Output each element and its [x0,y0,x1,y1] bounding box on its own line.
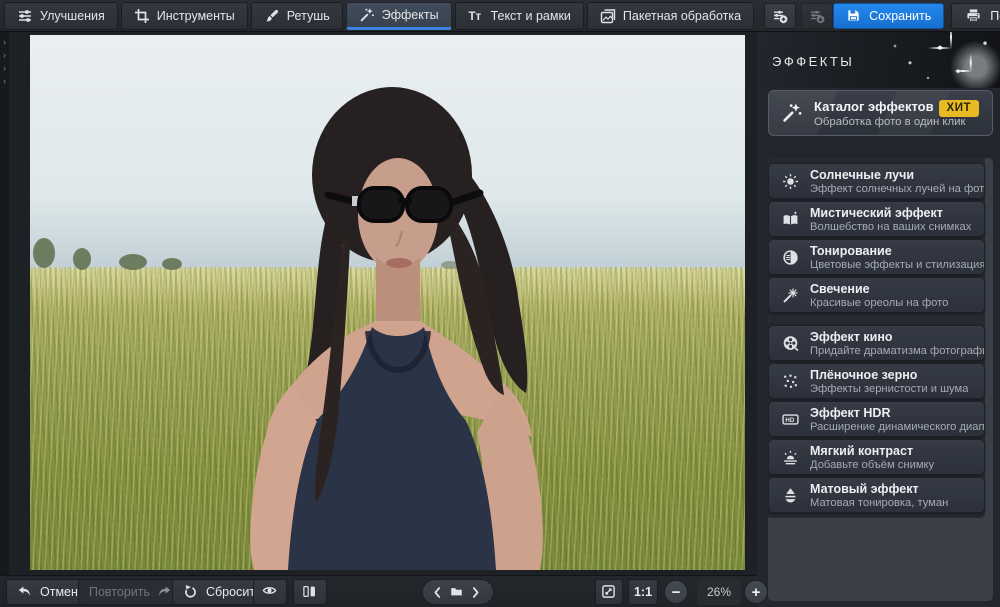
effect-item-toning[interactable]: Тонирование Цветовые эффекты и стилизаци… [768,239,985,275]
tab-label: Инструменты [156,9,235,23]
reset-icon [183,584,199,600]
effects-sidebar: ЭФФЕКТЫ Каталог эффектов Обработка фото … [757,32,1000,607]
zoom-out-button[interactable]: − [664,580,688,604]
book-icon [782,210,799,228]
catalog-subtitle: Обработка фото в один клик [814,115,966,128]
printer-icon [966,8,982,24]
text-icon: Tт [468,8,484,24]
tab-text-frames[interactable]: Tт Текст и рамки [454,2,584,30]
fit-screen-icon [601,584,617,600]
tab-retouch[interactable]: Ретушь [250,2,343,30]
eye-icon [262,583,278,601]
save-button[interactable]: Сохранить [833,2,945,29]
compare-button[interactable] [293,579,327,605]
brush-icon [264,8,280,24]
effect-item-soft-contrast[interactable]: Мягкий контраст Добавьте объём снимку [768,439,985,475]
left-rail: › › › › [0,32,9,575]
effects-panel: Солнечные лучи Эффект солнечных лучей на… [768,158,993,601]
effect-item-glow[interactable]: Свечение Красивые ореолы на фото [768,277,985,313]
editor-canvas [9,32,757,575]
svg-text:Tт: Tт [468,11,481,23]
hdr-icon: HD [782,411,799,428]
effect-item-sun-rays[interactable]: Солнечные лучи Эффект солнечных лучей на… [768,163,985,199]
redo-button[interactable]: Повторить [78,579,185,605]
compare-icon [302,584,318,600]
import-preset-button[interactable] [801,2,834,29]
toning-icon [782,249,799,266]
effects-list: Солнечные лучи Эффект солнечных лучей на… [768,158,985,518]
expand-chevron-icon[interactable]: › [3,62,6,75]
prev-photo-button[interactable] [430,581,449,603]
effect-item-mystic[interactable]: Мистический эффект Волшебство на ваших с… [768,201,985,237]
tab-label: Пакетная обработка [622,9,742,23]
sliders-download-icon [809,8,825,24]
tab-effects[interactable]: Эффекты [345,2,452,30]
sliders-plus-icon [772,8,788,24]
top-toolbar: Улучшения Инструменты Ретушь Эффекты Tт … [0,0,1000,32]
status-bar: Отменить Повторить Сбросить 1:1 − 26% + [0,575,768,607]
portrait-woman-in-field [33,87,543,570]
chevron-left-icon [431,586,447,599]
drop-icon [782,487,799,504]
print-button[interactable]: Печать [951,2,1000,29]
sparkler-icon [782,287,799,304]
zoom-in-button[interactable]: + [744,580,768,604]
photo-preview [30,35,745,570]
redo-label: Повторить [89,585,151,599]
expand-chevron-icon[interactable]: › [3,75,6,88]
expand-chevron-icon[interactable]: › [3,49,6,62]
effect-item-hdr[interactable]: HD Эффект HDR Расширение динамического д… [768,401,985,437]
crop-icon [134,8,150,24]
zoom-level: 26% [697,579,741,605]
sun-icon [782,173,799,190]
chevron-right-icon [469,586,485,599]
fit-to-screen-button[interactable] [595,579,623,605]
film-icon [782,335,799,352]
undo-icon [17,584,33,600]
sidebar-header: ЭФФЕКТЫ [757,32,1000,88]
expand-chevron-icon[interactable]: › [3,36,6,49]
next-photo-button[interactable] [467,581,486,603]
effect-item-cinema[interactable]: Эффект кино Придайте драматизма фотограф… [768,325,985,361]
save-button-label: Сохранить [869,8,932,23]
preset-buttons [764,2,834,29]
wand-sparkle-icon [781,102,803,124]
folder-icon [450,585,466,600]
tab-batch[interactable]: Пакетная обработка [586,2,755,30]
print-button-label: Печать [990,8,1000,23]
lips [386,258,412,268]
floppy-icon [846,8,862,24]
tab-label: Ретушь [286,9,330,23]
redo-icon [157,584,173,600]
tab-label: Улучшения [40,9,105,23]
sparkle-art [850,32,1000,88]
effect-item-film-grain[interactable]: Плёночное зерно Эффекты зернистости и шу… [768,363,985,399]
sidebar-title: ЭФФЕКТЫ [772,54,855,69]
tab-label: Эффекты [381,8,439,22]
grain-icon [782,373,799,390]
svg-text:HD: HD [785,416,794,423]
tab-enhance[interactable]: Улучшения [4,2,118,30]
batch-icon [600,8,616,24]
actual-size-button[interactable]: 1:1 [628,579,658,605]
tab-bar: Улучшения Инструменты Ретушь Эффекты Tт … [4,2,755,30]
tab-label: Текст и рамки [490,9,571,23]
show-original-button[interactable] [253,579,287,605]
open-folder-button[interactable] [449,581,468,603]
wand-icon [359,7,375,23]
effect-item-matte[interactable]: Матовый эффект Матовая тонировка, туман [768,477,985,513]
hit-badge: ХИТ [938,100,979,117]
sliders-icon [17,8,33,24]
file-navigator [422,579,494,605]
effects-catalog-card[interactable]: Каталог эффектов Обработка фото в один к… [768,90,993,136]
tab-tools[interactable]: Инструменты [120,2,248,30]
photo-editor-window: Улучшения Инструменты Ретушь Эффекты Tт … [0,0,1000,607]
soft-sun-icon [782,449,799,466]
add-preset-button[interactable] [764,2,797,29]
actual-size-label: 1:1 [633,585,653,599]
